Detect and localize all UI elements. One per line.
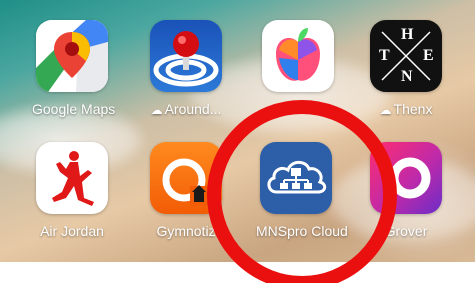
thenx-letter: H [401,26,414,43]
mnspro-cloud-icon [260,142,332,214]
app-gymnotize[interactable]: Gymnotiz [146,142,226,239]
app-air-jordan[interactable]: Air Jordan [32,142,112,239]
app-grover[interactable]: Grover [366,142,446,239]
app-label: Air Jordan [40,223,104,239]
app-label-text: Around... [164,101,222,117]
app-mnspro-cloud[interactable]: MNSpro Cloud [256,142,348,239]
app-google-maps[interactable]: Google Maps [32,20,116,117]
thenx-letter: E [423,47,434,64]
app-label: Grover [384,223,428,239]
gymnotize-icon [150,142,222,214]
app-around[interactable]: ☁ Around... [146,20,226,117]
app-label: Google Maps [32,101,116,117]
app-thenx[interactable]: H T E N ☁ Thenx [366,20,446,117]
google-maps-icon [36,20,108,92]
app-label: MNSpro Cloud [256,223,348,239]
home-screen: Google Maps ☁ Around... H T E N ☁ Thenx … [0,0,475,262]
thenx-letter: N [401,68,413,85]
thenx-icon: H T E N [370,20,442,92]
app-label: ☁ Thenx [366,101,446,117]
cloud-download-icon: ☁ [379,103,392,117]
apple-fruit-icon [262,20,334,92]
app-label-text: Thenx [393,101,433,117]
app-label: ☁ Around... [146,101,226,117]
cloud-download-icon: ☁ [150,103,163,117]
air-jordan-icon [36,142,108,214]
around-icon [150,20,222,92]
thenx-letter: T [379,47,390,64]
grover-icon [370,142,442,214]
app-fruit[interactable] [258,20,338,101]
app-label: Gymnotiz [156,223,216,239]
